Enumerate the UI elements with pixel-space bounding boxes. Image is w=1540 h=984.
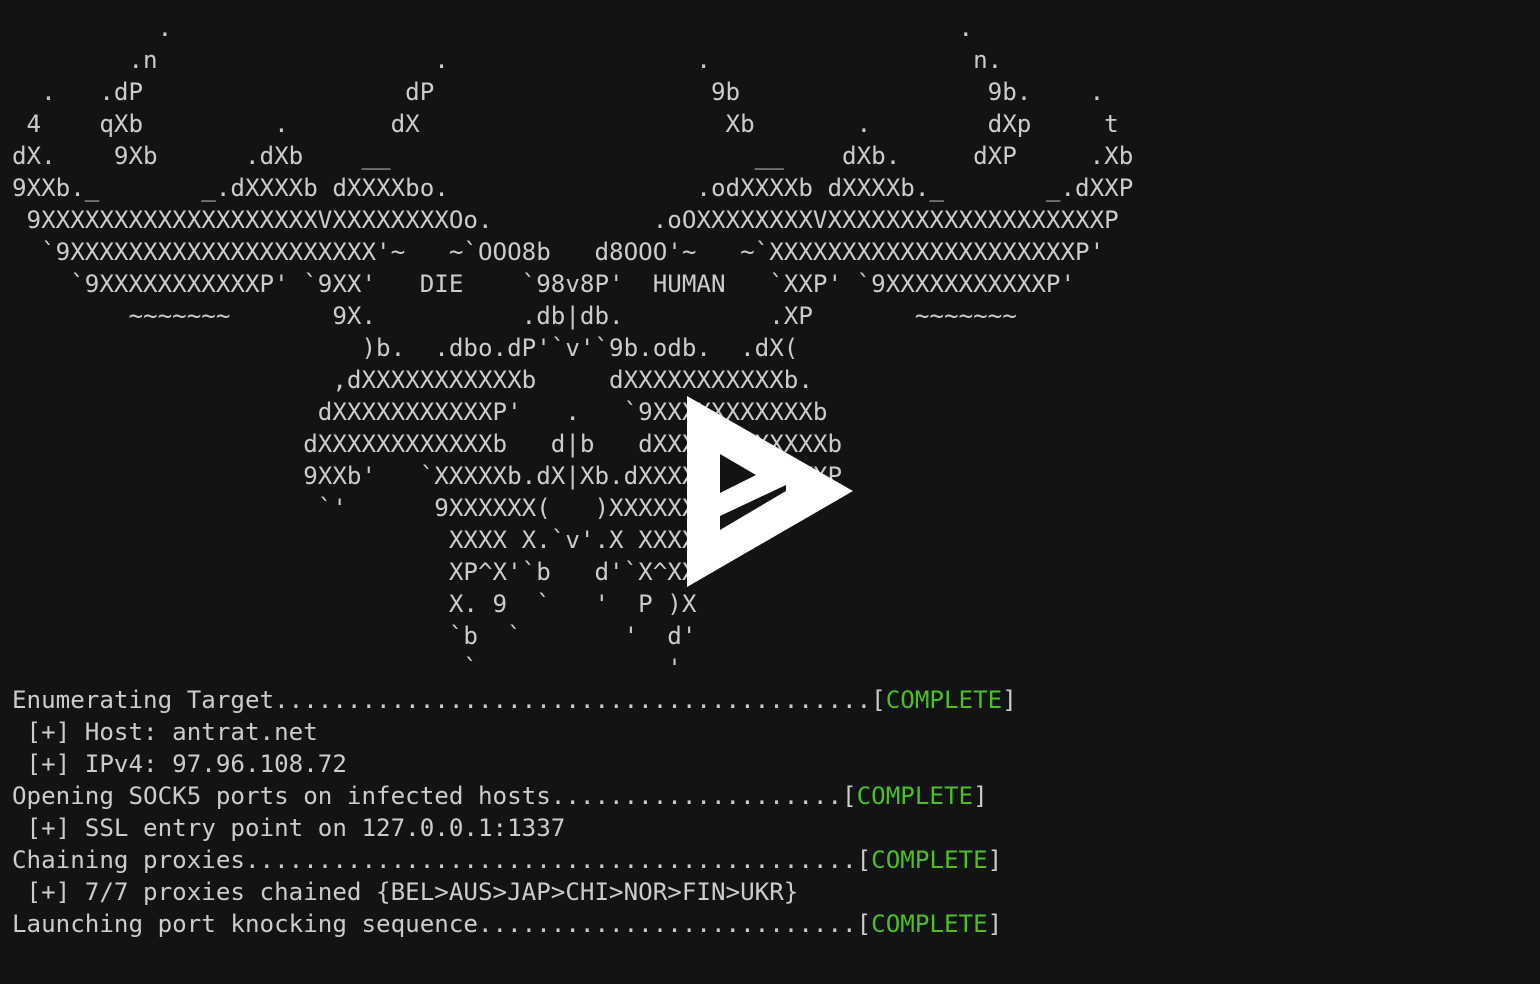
bracket-close: ] [987, 846, 1003, 874]
ascii-art-line: )b. .dbo.dP'`v'`9b.odb. .dX( [12, 334, 799, 362]
line-text: [+] SSL entry point on 127.0.0.1:1337 [12, 814, 566, 842]
detail-line: [+] Host: antrat.net [12, 716, 318, 748]
detail-line: [+] 7/7 proxies chained {BEL>AUS>JAP>CHI… [12, 876, 799, 908]
bracket-close: ] [973, 782, 988, 810]
line-text: Enumerating Target......................… [12, 686, 886, 714]
ascii-art-line: 9XXb._ _.dXXXXb dXXXXbo. .odXXXXb dXXXXb… [12, 174, 1134, 202]
detail-line: [+] IPv4: 97.96.108.72 [12, 748, 347, 780]
ascii-art-line: ` ' [12, 654, 682, 682]
line-text: Chaining proxies........................… [12, 846, 872, 874]
ascii-art-line: XP^X'`b d'`X^XX [12, 558, 697, 586]
detail-line: [+] SSL entry point on 127.0.0.1:1337 [12, 812, 566, 844]
ascii-art-line: ,dXXXXXXXXXXXb dXXXXXXXXXXXb. [12, 366, 813, 394]
status-complete: COMPLETE [871, 910, 988, 938]
ascii-art-line: X. 9 ` ' P )X [12, 590, 697, 618]
ascii-art-line: . .dP dP 9b 9b. . [12, 78, 1105, 106]
line-text: Opening SOCK5 ports on infected hosts...… [12, 782, 857, 810]
line-text: [+] 7/7 proxies chained {BEL>AUS>JAP>CHI… [12, 878, 799, 906]
ascii-art-line: 4 qXb . dX Xb . dXp t [12, 110, 1119, 138]
ascii-art-line: `9XXXXXXXXXXXXXXXXXXXXX'~ ~`OOO8b d8OOO'… [12, 238, 1105, 266]
status-line: Launching port knocking sequence........… [12, 908, 1002, 940]
bracket-close: ] [1002, 686, 1017, 714]
status-complete: COMPLETE [871, 846, 988, 874]
status-line: Enumerating Target......................… [12, 684, 1017, 716]
ascii-art-line: 9XXXXXXXXXXXXXXXXXXXVXXXXXXXXOo. .oOXXXX… [12, 206, 1119, 234]
status-line: Opening SOCK5 ports on infected hosts...… [12, 780, 988, 812]
line-text: Launching port knocking sequence........… [12, 910, 872, 938]
ascii-art-line: `b ` ' d' [12, 622, 697, 650]
play-button[interactable] [686, 396, 854, 588]
ascii-art-line: dX. 9Xb .dXb __ __ dXb. dXP .Xb [12, 142, 1134, 170]
line-text: [+] IPv4: 97.96.108.72 [12, 750, 347, 778]
ascii-art-line: `9XXXXXXXXXXXP' `9XX' DIE `98v8P' HUMAN … [12, 270, 1076, 298]
line-text: [+] Host: antrat.net [12, 718, 318, 746]
status-complete: COMPLETE [885, 686, 1003, 714]
ascii-art-line: . . [12, 14, 974, 42]
bracket-close: ] [987, 910, 1003, 938]
ascii-art-line: XXXX X.`v'.X XXXX [12, 526, 697, 554]
asciinema-play-icon [687, 396, 853, 587]
ascii-art-line: ~~~~~~~ 9X. .db|db. .XP ~~~~~~~ [12, 302, 1017, 330]
ascii-art-line: .n . . n. [12, 46, 1003, 74]
status-complete: COMPLETE [856, 782, 974, 810]
status-line: Chaining proxies........................… [12, 844, 1002, 876]
